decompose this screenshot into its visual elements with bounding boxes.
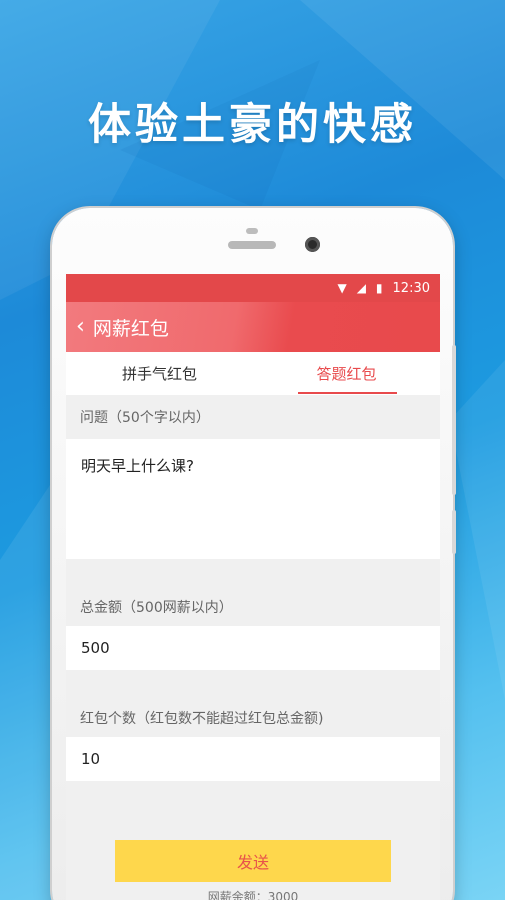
send-button[interactable]: 发送 (115, 840, 391, 882)
count-label: 红包个数（红包数不能超过红包总金额) (80, 710, 324, 727)
amount-input[interactable]: 500 (66, 626, 440, 670)
tab-bar: 拼手气红包 答题红包 (66, 352, 440, 395)
amount-label: 总金额（500网薪以内） (80, 599, 233, 616)
phone-speaker (228, 241, 276, 249)
tab-lucky-red-packet[interactable]: 拼手气红包 (66, 352, 253, 395)
chevron-left-icon[interactable]: ‹ (76, 316, 85, 338)
status-time: 12:30 (392, 280, 430, 296)
phone-screen: ▼ ◢ ▮ 12:30 ‹ 网薪红包 拼手气红包 答题红包 问题（50个字以内）… (66, 274, 440, 900)
balance-text: 网薪余额：3000 (207, 890, 299, 900)
page-title: 网薪红包 (92, 317, 169, 340)
tab-quiz-red-packet[interactable]: 答题红包 (253, 352, 440, 395)
app-bar: ‹ 网薪红包 (66, 302, 440, 352)
phone-power-button (452, 510, 456, 554)
proximity-sensor (246, 228, 258, 234)
signal-icon: ◢ (356, 281, 366, 295)
phone-volume-button (452, 345, 456, 495)
headline: 体验土豪的快感 (88, 100, 417, 150)
battery-icon: ▮ (375, 281, 383, 295)
question-input[interactable]: 明天早上什么课? (66, 439, 440, 559)
front-camera (305, 237, 320, 252)
status-bar: ▼ ◢ ▮ 12:30 (66, 274, 440, 302)
count-input[interactable]: 10 (66, 737, 440, 781)
wifi-icon: ▼ (337, 281, 347, 295)
question-label: 问题（50个字以内） (80, 410, 210, 426)
